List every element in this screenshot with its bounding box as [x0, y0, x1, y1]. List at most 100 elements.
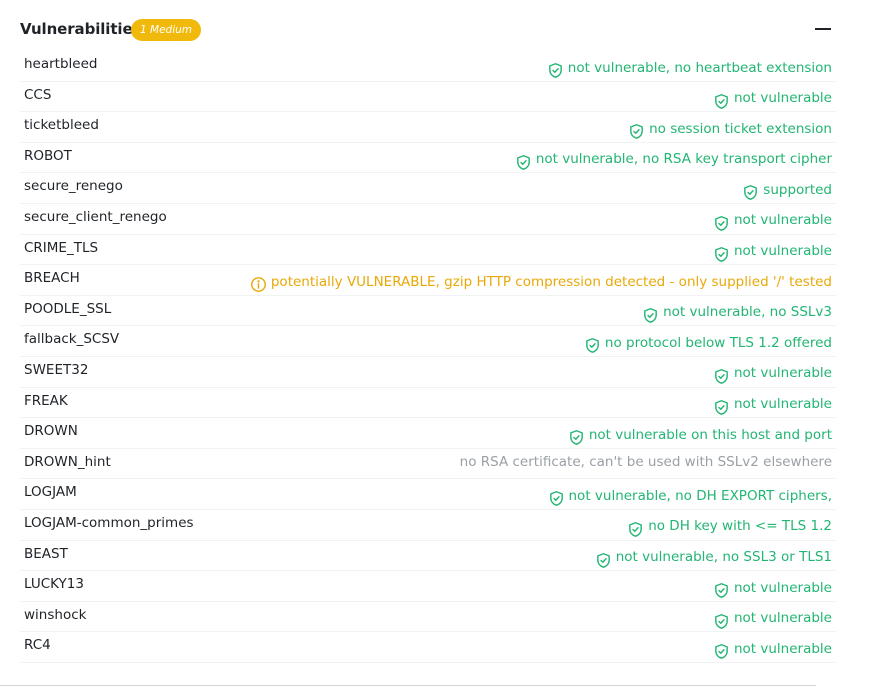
list-item: BREACH potentially VULNERABLE, gzip HTTP …: [20, 265, 836, 296]
vulnerability-name: LOGJAM: [24, 484, 77, 501]
list-item: POODLE_SSL not vulnerable, no SSLv3: [20, 296, 836, 327]
vulnerability-name: secure_renego: [24, 178, 123, 195]
list-item: LUCKY13 not vulnerable: [20, 571, 836, 602]
vulnerability-result: not vulnerable: [713, 87, 832, 110]
vulnerability-name: fallback_SCSV: [24, 331, 120, 348]
vulnerability-name: SWEET32: [24, 361, 89, 378]
list-item: FREAK not vulnerable: [20, 388, 836, 419]
list-item: DROWN_hint no RSA certificate, can't be u…: [20, 449, 836, 480]
vulnerability-name: secure_client_renego: [24, 208, 167, 225]
vulnerability-result: not vulnerable, no heartbeat extension: [547, 56, 832, 79]
vulnerability-result-text: not vulnerable, no SSLv3: [663, 304, 832, 321]
vulnerability-result: not vulnerable, no DH EXPORT ciphers,: [548, 484, 833, 507]
vulnerability-result-text: not vulnerable: [733, 243, 832, 260]
vulnerability-result: no session ticket extension: [628, 117, 832, 140]
shield-check-icon: [629, 521, 643, 537]
shield-check-icon: [644, 307, 657, 323]
vulnerability-name: RC4: [24, 637, 51, 654]
list-item: RC4 not vulnerable: [20, 632, 836, 663]
vulnerability-result-text: not vulnerable, no heartbeat extension: [567, 59, 832, 76]
vulnerability-result-text: potentially VULNERABLE, gzip HTTP compre…: [270, 273, 832, 290]
vulnerability-result-text: no protocol below TLS 1.2 offered: [604, 334, 832, 351]
vulnerability-result: not vulnerable, no SSLv3: [642, 301, 832, 324]
vulnerability-name: CRIME_TLS: [24, 239, 99, 256]
vulnerability-list: heartbleed not vulnerable, no heartbeat e…: [20, 51, 836, 663]
shield-check-icon: [715, 246, 728, 262]
vulnerability-result: not vulnerable: [713, 607, 832, 630]
vulnerability-result: not vulnerable: [713, 576, 832, 599]
vulnerability-result-text: not vulnerable, no SSL3 or TLS1: [615, 549, 832, 565]
list-item: heartbleed not vulnerable, no heartbeat e…: [20, 51, 836, 82]
vulnerability-name: FREAK: [24, 392, 68, 409]
vulnerability-name: DROWN_hint: [24, 453, 111, 470]
minus-icon: [815, 28, 831, 30]
shield-check-icon: [715, 369, 728, 384]
shield-check-icon: [715, 93, 728, 109]
vulnerability-result-text: not vulnerable: [733, 640, 832, 657]
vulnerability-result-text: not vulnerable on this host and port: [588, 426, 832, 443]
vulnerability-name: heartbleed: [24, 56, 98, 72]
vulnerability-result: not vulnerable: [713, 209, 832, 232]
vulnerability-result: no DH key with <= TLS 1.2: [627, 515, 832, 538]
vulnerability-result: no protocol below TLS 1.2 offered: [584, 331, 832, 354]
vulnerability-result-text: no RSA certificate, can't be used with S…: [459, 453, 832, 470]
shield-check-icon: [715, 613, 728, 629]
list-item: CRIME_TLS not vulnerable: [20, 235, 836, 266]
vulnerability-result: no RSA certificate, can't be used with S…: [460, 454, 832, 470]
vulnerability-result: not vulnerable: [713, 240, 832, 263]
collapse-button[interactable]: [812, 17, 836, 41]
shield-check-icon: [715, 644, 728, 660]
vulnerability-name: ROBOT: [24, 147, 72, 164]
vulnerability-result-text: not vulnerable: [733, 396, 832, 413]
vulnerability-name: POODLE_SSL: [24, 300, 112, 317]
shield-check-icon: [569, 430, 583, 446]
list-item: secure_renego supported: [20, 173, 836, 204]
vulnerability-result-text: not vulnerable, no RSA key transport cip…: [535, 151, 832, 168]
vulnerability-name: winshock: [24, 606, 87, 623]
severity-badge: 1 Medium: [131, 19, 202, 41]
list-item: secure_client_renego not vulnerable: [20, 204, 836, 235]
shield-check-icon: [516, 154, 530, 170]
shield-check-icon: [630, 124, 643, 140]
shield-check-icon: [715, 399, 728, 415]
vulnerability-name: BEAST: [24, 545, 68, 562]
vulnerability-result: supported: [742, 178, 832, 201]
shield-check-icon: [548, 63, 562, 78]
vulnerability-result-text: no DH key with <= TLS 1.2: [648, 518, 832, 535]
vulnerability-name: BREACH: [24, 270, 80, 287]
vulnerability-result-text: not vulnerable, no DH EXPORT ciphers,: [568, 487, 833, 504]
vulnerability-name: LUCKY13: [24, 576, 84, 593]
vulnerability-result: not vulnerable, no RSA key transport cip…: [515, 148, 832, 171]
list-item: CCS not vulnerable: [20, 82, 836, 113]
shield-check-icon: [744, 185, 758, 201]
vulnerability-name: CCS: [24, 86, 52, 103]
vulnerability-result: not vulnerable, no SSL3 or TLS1: [595, 546, 832, 569]
info-circle-icon: [250, 277, 266, 293]
vulnerability-result-text: not vulnerable: [733, 90, 832, 107]
vulnerability-name: ticketbleed: [24, 117, 99, 134]
shield-check-icon: [715, 216, 728, 231]
section-header: Vulnerabilities 1 Medium: [20, 17, 836, 45]
vulnerability-result-text: supported: [763, 181, 832, 198]
vulnerability-result-text: no session ticket extension: [649, 120, 832, 137]
section-title: Vulnerabilities: [20, 20, 142, 38]
vulnerability-result-text: not vulnerable: [733, 365, 832, 382]
vulnerability-result: not vulnerable: [713, 362, 832, 385]
list-item: winshock not vulnerable: [20, 602, 836, 633]
vulnerability-result-text: not vulnerable: [733, 579, 832, 596]
list-item: SWEET32 not vulnerable: [20, 357, 836, 388]
vulnerability-result: not vulnerable on this host and port: [568, 423, 832, 446]
vulnerability-result: not vulnerable: [713, 637, 832, 660]
vulnerability-result: not vulnerable: [713, 393, 832, 416]
list-item: LOGJAM not vulnerable, no DH EXPORT ciphe…: [20, 479, 836, 510]
vulnerability-result-text: not vulnerable: [733, 610, 832, 627]
shield-check-icon: [715, 583, 728, 599]
vulnerability-name: LOGJAM-common_primes: [24, 514, 194, 531]
list-item: ticketbleed no session ticket extension: [20, 112, 836, 143]
list-item: DROWN not vulnerable on this host and por…: [20, 418, 836, 449]
list-item: ROBOT not vulnerable, no RSA key transpor…: [20, 143, 836, 174]
vulnerability-result: potentially VULNERABLE, gzip HTTP compre…: [250, 270, 832, 293]
divider: [0, 685, 816, 686]
vulnerability-result-text: not vulnerable: [733, 212, 832, 229]
list-item: BEAST not vulnerable, no SSL3 or TLS1: [20, 541, 836, 572]
